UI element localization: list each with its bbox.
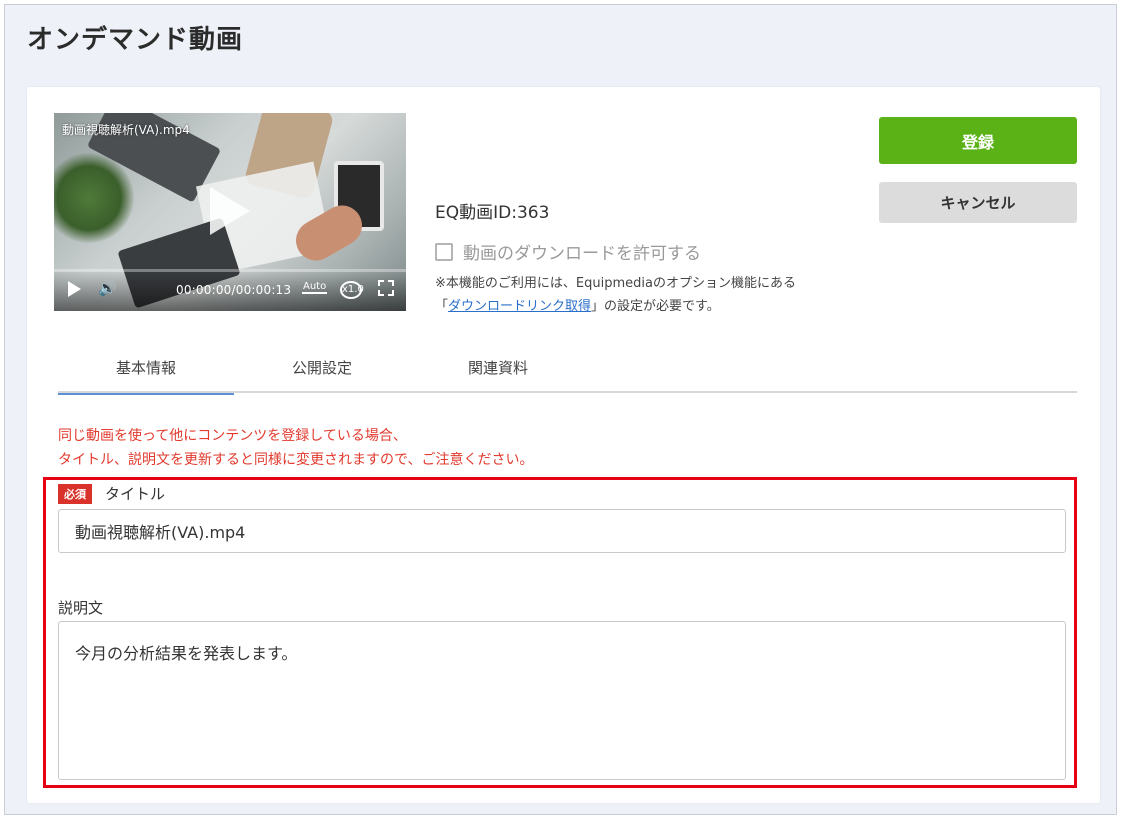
video-id: EQ動画ID:363	[435, 203, 550, 223]
tab-bar: 基本情報 公開設定 関連資料	[58, 347, 1077, 395]
video-controls: 🔊 00:00:00/00:00:13 Auto x1.0	[54, 269, 406, 311]
speed-button[interactable]: x1.0	[340, 281, 364, 299]
download-permission-checkbox[interactable]	[435, 242, 453, 261]
warning-text-line2: タイトル、説明文を更新すると同様に変更されますので、ご注意ください。	[58, 452, 534, 468]
tab-related-materials[interactable]: 関連資料	[410, 347, 586, 393]
warning-text: 同じ動画を使って他にコンテンツを登録している場合、	[58, 428, 407, 444]
video-scene-plant	[54, 153, 134, 243]
play-icon[interactable]	[68, 281, 81, 297]
time-display: 00:00:00/00:00:13	[176, 283, 292, 297]
download-permission-label: 動画のダウンロードを許可する	[463, 244, 701, 264]
quality-button[interactable]: Auto	[302, 281, 328, 294]
tab-basic-info[interactable]: 基本情報	[58, 347, 234, 395]
tab-publish-settings[interactable]: 公開設定	[234, 347, 410, 393]
title-input[interactable]	[58, 509, 1066, 553]
video-title: 動画視聴解析(VA).mp4	[62, 123, 190, 137]
option-note-line2: 「ダウンロードリンク取得」の設定が必要です。	[435, 295, 720, 314]
option-note: ※本機能のご利用には、Equipmediaのオプション機能にある	[435, 276, 796, 291]
description-textarea[interactable]: 今月の分析結果を発表します。	[58, 621, 1066, 780]
fullscreen-icon[interactable]	[378, 280, 394, 296]
volume-icon[interactable]: 🔊	[98, 279, 117, 297]
cancel-button[interactable]: キャンセル	[879, 182, 1077, 223]
download-link-setting-link[interactable]: ダウンロードリンク取得	[448, 299, 591, 314]
register-button[interactable]: 登録	[879, 117, 1077, 164]
page-title: オンデマンド動画	[27, 25, 244, 55]
note-open-bracket: 「	[435, 299, 449, 314]
title-label: タイトル	[105, 485, 166, 503]
app-frame: オンデマンド動画 動画視聴解析(VA).mp4 🔊 00:00:00/00:00…	[4, 4, 1117, 815]
description-label: 説明文	[58, 599, 104, 617]
required-badge: 必須	[58, 484, 92, 504]
note-suffix: 」の設定が必要です。	[591, 299, 720, 314]
content-card: 動画視聴解析(VA).mp4 🔊 00:00:00/00:00:13 Auto …	[27, 87, 1100, 803]
play-overlay-icon[interactable]	[210, 187, 250, 235]
video-player[interactable]: 動画視聴解析(VA).mp4 🔊 00:00:00/00:00:13 Auto …	[54, 113, 406, 311]
seek-bar[interactable]	[54, 269, 406, 272]
download-permission-row: 動画のダウンロードを許可する	[435, 239, 701, 264]
